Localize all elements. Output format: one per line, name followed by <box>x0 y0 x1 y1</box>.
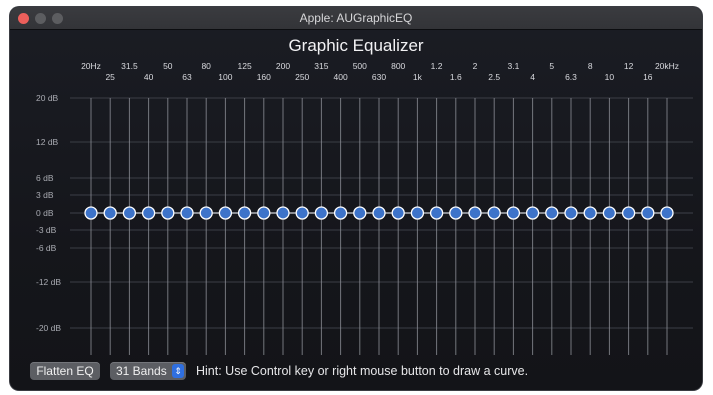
chevron-updown-icon: ⇕ <box>172 364 184 378</box>
bands-select-label: 31 Bands <box>116 364 167 378</box>
controls-bar: Flatten EQ 31 Bands ⇕ Hint: Use Control … <box>10 360 702 384</box>
freq-label-bottom: 2.5 <box>488 72 500 82</box>
freq-label-bottom: 160 <box>257 72 271 82</box>
freq-label-bottom: 6.3 <box>565 72 577 82</box>
freq-label-top: 20Hz <box>81 61 101 71</box>
hint-text: Hint: Use Control key or right mouse but… <box>196 364 529 378</box>
freq-label-bottom: 4 <box>530 72 535 82</box>
band-knob[interactable] <box>641 206 655 220</box>
freq-label-bottom: 250 <box>295 72 309 82</box>
band-knob[interactable] <box>199 206 213 220</box>
freq-label-bottom: 400 <box>334 72 348 82</box>
freq-label-top: 1.2 <box>431 61 443 71</box>
freq-label-bottom: 25 <box>105 72 115 82</box>
band-knob[interactable] <box>295 206 309 220</box>
band-knob[interactable] <box>602 206 617 220</box>
band-knob[interactable] <box>353 206 367 220</box>
db-label: 6 dB <box>36 173 54 183</box>
freq-label-top: 12 <box>624 61 634 71</box>
eq-panel: 20 dB 12 dB 6 dB 3 dB 0 dB -3 dB -6 dB -12 dB -2… <box>10 30 702 390</box>
title-bar[interactable]: Apple: AUGraphicEQ <box>10 7 702 30</box>
band-knob[interactable] <box>372 206 386 220</box>
band-knob[interactable] <box>468 206 482 220</box>
freq-label-top: 2 <box>473 61 478 71</box>
band-knob[interactable] <box>621 206 636 220</box>
band-knob[interactable] <box>103 206 117 220</box>
flatten-eq-button[interactable]: Flatten EQ <box>30 362 100 380</box>
band-knob[interactable] <box>545 206 559 220</box>
freq-label-top: 200 <box>276 61 290 71</box>
band-knob[interactable] <box>410 206 425 220</box>
band-knob[interactable] <box>429 206 444 220</box>
db-label: 20 dB <box>36 93 59 103</box>
band-knob[interactable] <box>506 206 521 220</box>
freq-label-bottom: 630 <box>372 72 386 82</box>
band-knob[interactable] <box>257 206 271 220</box>
freq-label-top: 31.5 <box>121 61 138 71</box>
db-label: -6 dB <box>36 243 57 253</box>
freq-label-bottom: 40 <box>144 72 154 82</box>
freq-label-top: 800 <box>391 61 405 71</box>
band-knob[interactable] <box>525 206 540 220</box>
band-knob[interactable] <box>660 206 674 220</box>
freq-label-bottom: 63 <box>182 72 192 82</box>
freq-label-top: 20kHz <box>655 61 679 71</box>
freq-label-bottom: 1.6 <box>450 72 462 82</box>
band-knob[interactable] <box>564 206 578 220</box>
eq-graph: 20 dB 12 dB 6 dB 3 dB 0 dB -3 dB -6 dB -12 dB -2… <box>36 61 693 355</box>
freq-label-bottom: 100 <box>218 72 232 82</box>
window-title: Apple: AUGraphicEQ <box>299 11 413 25</box>
freq-label-top: 80 <box>201 61 211 71</box>
band-knob[interactable] <box>333 206 348 220</box>
db-label: 12 dB <box>36 137 59 147</box>
band-knob[interactable] <box>314 206 329 220</box>
freq-label-top: 50 <box>163 61 173 71</box>
freq-label-top: 5 <box>549 61 554 71</box>
band-knob[interactable] <box>237 206 252 220</box>
db-label: -12 dB <box>36 277 61 287</box>
band-knob[interactable] <box>449 206 463 220</box>
db-label: 0 dB <box>36 208 54 218</box>
freq-label-top: 3.1 <box>507 61 519 71</box>
eq-heading: Graphic Equalizer <box>288 36 424 55</box>
db-label: -3 dB <box>36 225 57 235</box>
band-knob[interactable] <box>583 206 597 220</box>
db-label: -20 dB <box>36 323 61 333</box>
bands-select[interactable]: 31 Bands ⇕ <box>110 362 186 380</box>
band-knob[interactable] <box>84 206 98 220</box>
freq-label-top: 315 <box>314 61 328 71</box>
band-knob[interactable] <box>161 206 175 220</box>
band-knob[interactable] <box>487 206 501 220</box>
freq-label-bottom: 10 <box>605 72 615 82</box>
freq-label-top: 125 <box>238 61 252 71</box>
freq-label-top: 500 <box>353 61 367 71</box>
band-knob[interactable] <box>141 206 156 220</box>
freq-label-top: 8 <box>588 61 593 71</box>
band-knob[interactable] <box>276 206 290 220</box>
freq-label-bottom: 1k <box>413 72 423 82</box>
band-knob[interactable] <box>122 206 137 220</box>
band-knob[interactable] <box>391 206 405 220</box>
db-label: 3 dB <box>36 190 54 200</box>
au-window: Apple: AUGraphicEQ 20 dB 12 dB 6 dB 3 dB 0 d… <box>10 7 702 390</box>
band-knob[interactable] <box>218 206 233 220</box>
band-knob[interactable] <box>180 206 194 220</box>
freq-label-bottom: 16 <box>643 72 653 82</box>
